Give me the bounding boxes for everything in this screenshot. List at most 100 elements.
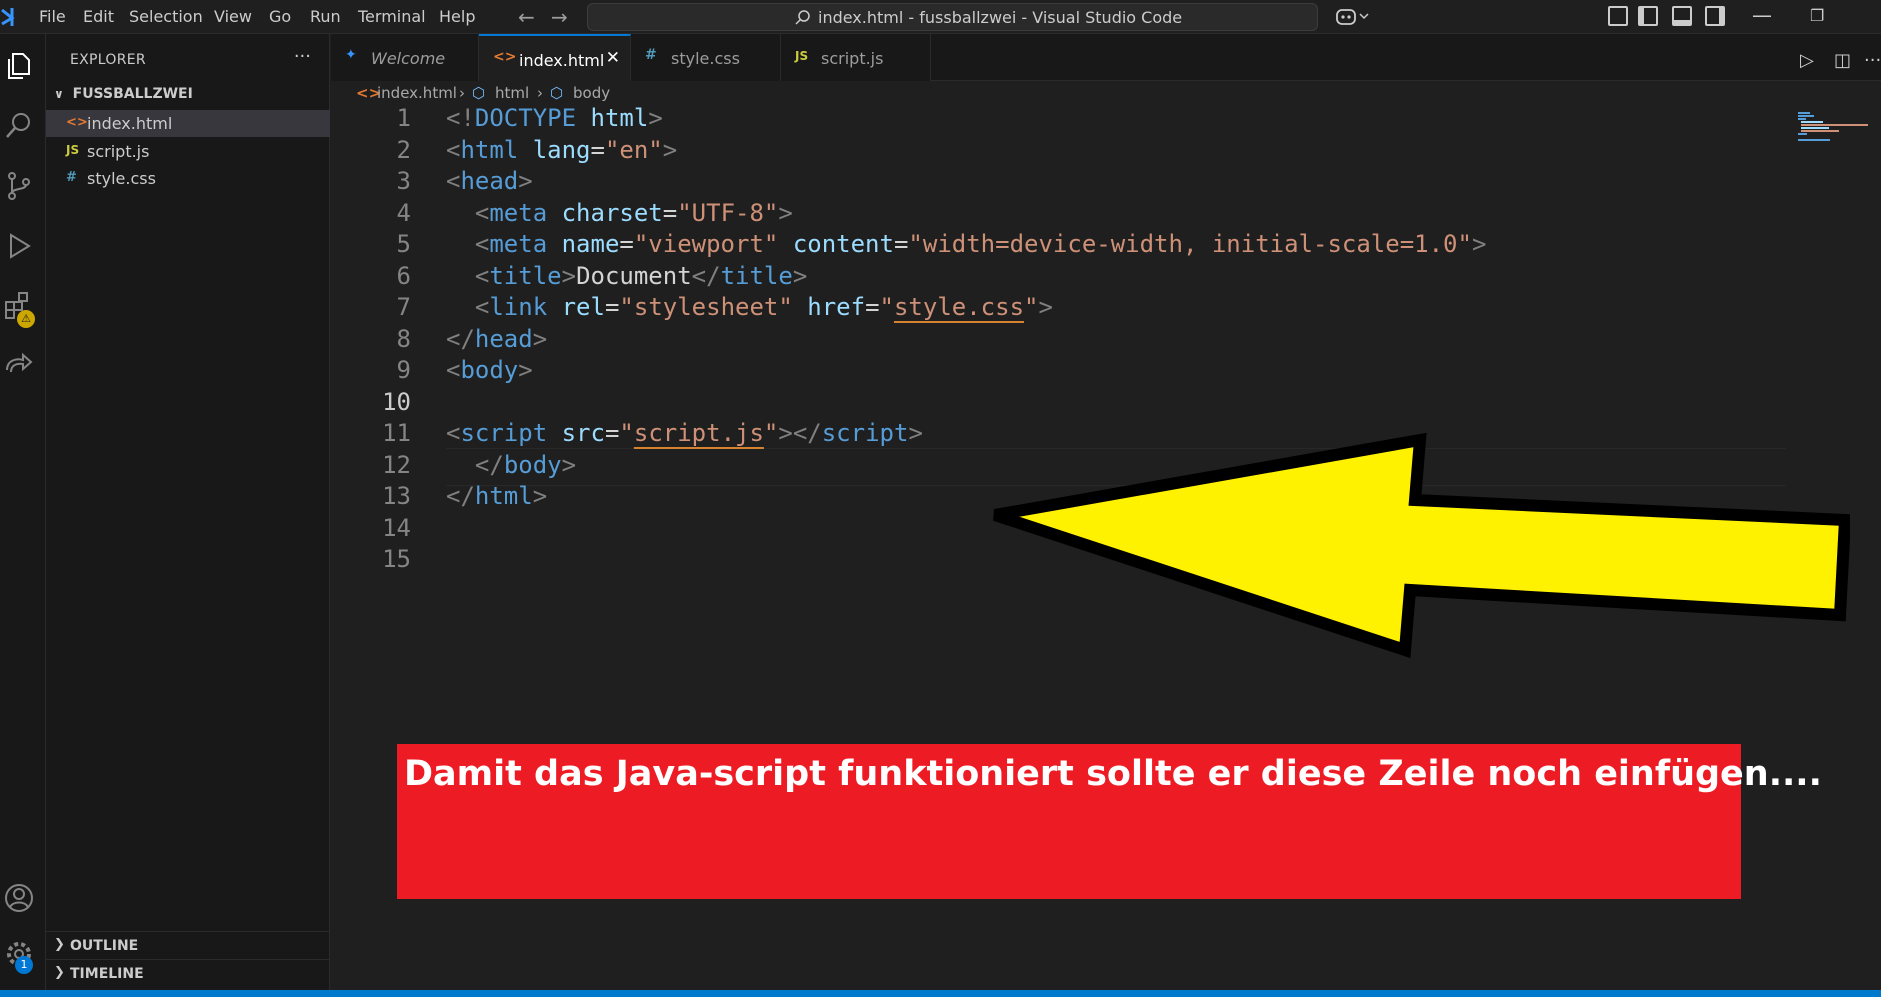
run-debug-icon[interactable] (3, 230, 35, 262)
file-item-script-js[interactable]: JS script.js (46, 138, 330, 165)
menu-file[interactable]: File (39, 7, 66, 26)
minimap[interactable] (1798, 112, 1868, 142)
title-bar: File Edit Selection View Go Run Terminal… (0, 0, 1881, 34)
code-line-4: <meta charset="UTF-8"> (474, 199, 793, 227)
code-line-3: <head> (446, 167, 533, 195)
line-number: 2 (396, 136, 411, 164)
code-line-12: </body> (474, 451, 577, 479)
folder-name: FUSSBALLZWEI (72, 86, 193, 102)
file-name: index.html (87, 114, 173, 133)
more-actions-icon[interactable]: ··· (294, 46, 311, 67)
js-file-icon: JS (66, 143, 80, 157)
back-arrow-icon[interactable]: ← (518, 5, 535, 29)
explorer-sidebar: EXPLORER ··· ∨ FUSSBALLZWEI <> index.htm… (46, 34, 330, 992)
chevron-down-icon: ∨ (54, 87, 64, 101)
file-item-style-css[interactable]: # style.css (46, 165, 330, 192)
explorer-title: EXPLORER (70, 52, 146, 68)
css-file-icon: # (645, 47, 657, 63)
menu-selection[interactable]: Selection (129, 7, 203, 26)
code-line-6: <title>Document</title> (474, 262, 808, 290)
toggle-primary-sidebar-icon[interactable] (1638, 6, 1658, 26)
workspace-folder[interactable]: ∨ FUSSBALLZWEI (54, 86, 193, 102)
run-file-icon[interactable]: ▷ (1800, 50, 1814, 71)
forward-arrow-icon[interactable]: → (551, 5, 568, 29)
more-actions-icon[interactable]: ··· (1864, 50, 1881, 71)
js-file-icon: JS (795, 49, 809, 63)
file-item-index-html[interactable]: <> index.html (46, 110, 330, 137)
code-line-2: <html lang="en"> (446, 136, 678, 164)
split-editor-icon[interactable]: ◫ (1834, 50, 1851, 71)
line-number: 12 (382, 451, 411, 479)
settings-update-badge: 1 (15, 956, 33, 974)
line-number: 7 (396, 293, 411, 321)
element-icon: ⬡ (472, 84, 486, 102)
timeline-label: TIMELINE (70, 966, 144, 982)
code-line-13: </html> (446, 482, 548, 510)
menu-help[interactable]: Help (439, 7, 475, 26)
toggle-secondary-sidebar-icon[interactable] (1705, 6, 1725, 26)
tab-label: style.css (671, 49, 740, 68)
window-title: index.html - fussballzwei - Visual Studi… (818, 8, 1183, 27)
copilot-icon[interactable] (1335, 5, 1371, 27)
line-number: 9 (396, 356, 411, 384)
tab-index-html[interactable]: <> index.html ✕ (479, 34, 631, 81)
tab-style-css[interactable]: # style.css (631, 34, 781, 81)
vscode-logo-icon (1, 8, 15, 26)
link-style-css[interactable]: style.css (894, 293, 1024, 321)
file-name: style.css (87, 169, 156, 188)
yellow-arrow-annotation (993, 432, 1850, 659)
css-file-icon: # (66, 170, 77, 185)
timeline-section[interactable]: ❯ TIMELINE (46, 959, 330, 987)
outline-section[interactable]: ❯ OUTLINE (46, 931, 330, 959)
line-number: 15 (382, 545, 411, 573)
breadcrumb-html[interactable]: html (495, 84, 529, 102)
tab-welcome[interactable]: ✦ Welcome (331, 34, 479, 81)
menu-edit[interactable]: Edit (83, 7, 114, 26)
restore-icon[interactable]: ❐ (1810, 6, 1824, 25)
tab-label: index.html (519, 51, 605, 70)
line-number: 13 (382, 482, 411, 510)
menu-view[interactable]: View (214, 7, 252, 26)
toggle-panel-icon[interactable] (1672, 6, 1692, 26)
line-number: 3 (396, 167, 411, 195)
tab-label: Welcome (371, 49, 446, 68)
explorer-icon[interactable] (3, 50, 35, 82)
customize-layout-icon[interactable] (1608, 6, 1628, 26)
search-icon (795, 10, 810, 25)
link-script-js[interactable]: script.js (634, 419, 764, 447)
menu-terminal[interactable]: Terminal (358, 7, 426, 26)
line-number: 5 (396, 230, 411, 258)
code-line-11: <script src="script.js"></script> (446, 419, 923, 447)
line-number: 6 (396, 262, 411, 290)
extensions-warning-badge: ⚠ (17, 310, 35, 328)
menu-run[interactable]: Run (310, 7, 341, 26)
annotation-text: Damit das Java-script funktioniert sollt… (404, 754, 1822, 794)
file-name: script.js (87, 142, 150, 161)
menu-go[interactable]: Go (269, 7, 291, 26)
breadcrumb-file[interactable]: index.html (377, 84, 457, 102)
search-icon[interactable] (3, 110, 35, 142)
status-bar (0, 990, 1881, 997)
chevron-right-icon: ❯ (54, 937, 65, 952)
command-center[interactable]: index.html - fussballzwei - Visual Studi… (587, 3, 1318, 31)
accounts-icon[interactable] (3, 882, 35, 914)
remote-explorer-icon[interactable] (3, 350, 35, 382)
line-number: 10 (382, 388, 411, 416)
minimize-icon[interactable]: — (1752, 3, 1772, 27)
breadcrumb-body[interactable]: body (573, 84, 610, 102)
chevron-right-icon: › (537, 84, 543, 102)
outline-label: OUTLINE (70, 938, 139, 954)
html-file-icon: <> (66, 115, 88, 130)
code-line-1: <!DOCTYPE html> (446, 104, 663, 132)
line-number: 8 (396, 325, 411, 353)
code-line-8: </head> (446, 325, 548, 353)
activity-bar: ⚠ 1 (0, 34, 46, 992)
close-icon[interactable]: ✕ (606, 48, 620, 68)
code-line-7: <link rel="stylesheet" href="style.css"> (474, 293, 1053, 321)
html-file-icon: <> (493, 49, 517, 65)
code-line-9: <body> (446, 356, 533, 384)
line-number: 1 (396, 104, 411, 132)
chevron-right-icon: ❯ (54, 965, 65, 980)
source-control-icon[interactable] (3, 170, 35, 202)
tab-script-js[interactable]: JS script.js (781, 34, 931, 81)
